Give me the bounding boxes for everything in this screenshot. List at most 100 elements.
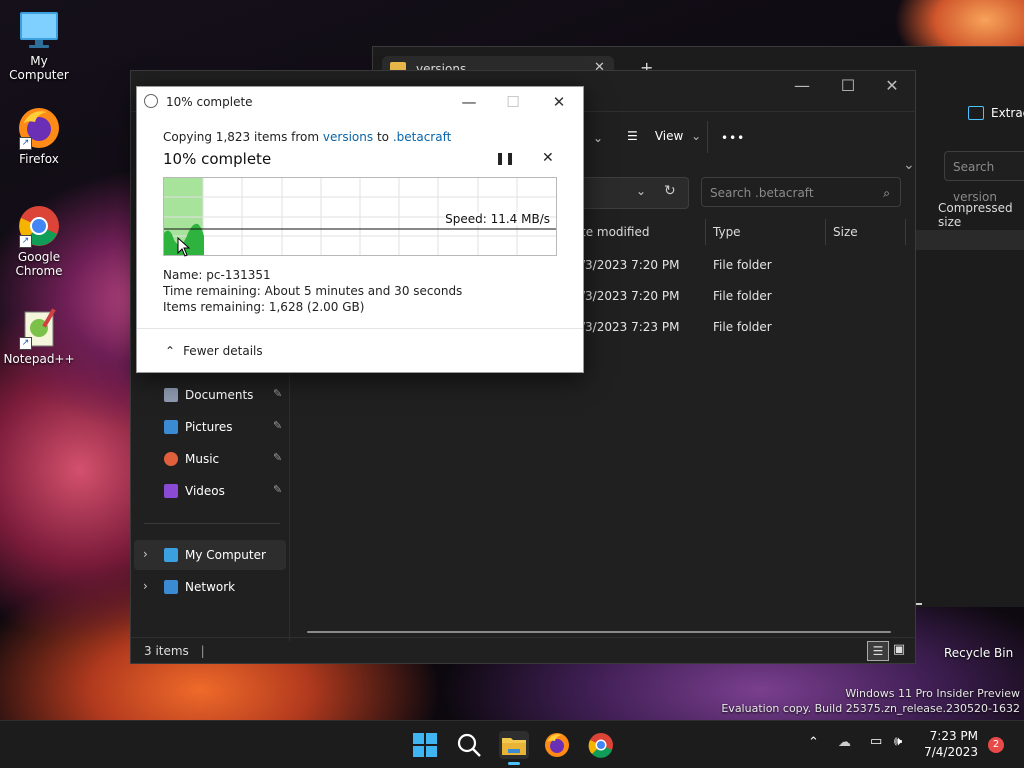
tiles-view-icon[interactable]: ▣ xyxy=(890,641,908,659)
time-row: Time remaining: About 5 minutes and 30 s… xyxy=(163,283,462,299)
column-separator[interactable] xyxy=(905,219,906,245)
chevron-right-icon[interactable]: › xyxy=(143,579,148,593)
chevron-down-icon[interactable]: ⌄ xyxy=(636,184,646,198)
column-header-size[interactable]: Size xyxy=(833,225,858,239)
address-bar[interactable]: ⌄ ↻ xyxy=(579,177,689,209)
horizontal-scrollbar[interactable] xyxy=(307,631,891,633)
dialog-window-title: 10% complete xyxy=(166,95,253,109)
pin-icon: ✎ xyxy=(273,419,283,432)
file-row-date[interactable]: /3/2023 7:23 PM xyxy=(581,320,679,334)
extract-label: Extrac xyxy=(991,106,1024,120)
chevron-down-icon[interactable]: ⌄ xyxy=(593,131,603,145)
mouse-cursor-icon xyxy=(177,237,191,257)
pin-icon: ✎ xyxy=(273,483,283,496)
network-icon[interactable]: ▭ xyxy=(870,734,882,749)
status-separator: | xyxy=(200,644,205,658)
sidebar-item-pictures[interactable]: Pictures ✎ xyxy=(134,412,286,442)
network-icon xyxy=(164,580,178,594)
windows-start-icon[interactable] xyxy=(411,731,439,759)
file-row-date[interactable]: /3/2023 7:20 PM xyxy=(581,258,679,272)
destination-link[interactable]: .betacraft xyxy=(393,130,451,144)
onedrive-offline-icon[interactable]: ☁ xyxy=(838,735,851,750)
active-indicator xyxy=(508,762,520,765)
firefox-icon[interactable] xyxy=(543,731,571,759)
maximize-icon[interactable]: ☐ xyxy=(825,71,871,101)
to-text: to xyxy=(376,130,389,144)
file-row-type: File folder xyxy=(713,320,772,334)
search-icon[interactable] xyxy=(455,731,483,759)
shortcut-arrow-icon: ↗ xyxy=(19,235,32,248)
watermark-line: Windows 11 Pro Insider Preview xyxy=(845,687,1020,700)
status-divider xyxy=(131,637,915,638)
source-link[interactable]: versions xyxy=(323,130,373,144)
desktop-icon-my-computer[interactable]: My Computer xyxy=(0,8,78,82)
sidebar-item-label: Videos xyxy=(185,484,225,498)
desktop-icon-firefox[interactable]: ↗ Firefox xyxy=(0,106,78,166)
notification-badge[interactable]: 2 xyxy=(988,737,1004,753)
show-hidden-icons-icon[interactable]: ⌃ xyxy=(808,735,819,750)
recycle-bin-label[interactable]: Recycle Bin xyxy=(944,646,1013,660)
chrome-icon[interactable] xyxy=(587,731,615,759)
toolbar-divider xyxy=(707,121,708,153)
pictures-icon xyxy=(164,420,178,434)
extract-button[interactable]: Extrac xyxy=(958,100,1024,128)
dropdown-icon[interactable]: ⌄ xyxy=(903,157,915,173)
chevron-right-icon[interactable]: › xyxy=(143,547,148,561)
sidebar-item-videos[interactable]: Videos ✎ xyxy=(134,476,286,506)
clock-date: 7/4/2023 xyxy=(924,745,978,759)
speed-graph: Speed: 11.4 MB/s xyxy=(163,177,557,256)
close-icon[interactable]: ✕ xyxy=(537,87,581,117)
fewer-details-label: Fewer details xyxy=(183,344,263,358)
desktop-icon-label: Firefox xyxy=(19,152,59,166)
details-block: Name: pc-131351 Time remaining: About 5 … xyxy=(163,267,462,315)
monitor-icon xyxy=(17,8,61,52)
pin-icon: ✎ xyxy=(273,451,283,464)
extract-icon xyxy=(968,106,984,120)
more-options-button[interactable]: ••• xyxy=(721,131,745,145)
view-label: View xyxy=(654,129,684,143)
close-icon[interactable]: ✕ xyxy=(869,71,915,101)
sidebar-item-label: Music xyxy=(185,452,220,466)
speed-label: Speed: 11.4 MB/s xyxy=(445,212,550,226)
pause-button[interactable]: ❚❚ xyxy=(495,151,515,165)
cancel-button[interactable]: ✕ xyxy=(542,150,554,166)
volume-icon[interactable]: 🕪 xyxy=(894,734,902,749)
search-input[interactable]: Search .betacraft ⌕ xyxy=(701,177,901,207)
column-separator[interactable] xyxy=(825,219,826,245)
column-header-compressed-size[interactable]: Compressed size xyxy=(938,201,1024,229)
nav-pane-divider xyxy=(289,369,290,641)
desktop-icon-chrome[interactable]: ↗ Google Chrome xyxy=(0,204,78,278)
fewer-details-button[interactable]: ⌃ Fewer details xyxy=(165,344,263,358)
column-header-type[interactable]: Type xyxy=(713,225,741,239)
taskbar: ⌃ ☁ ▭ 🕪 7:23 PM 7/4/2023 2 xyxy=(0,720,1024,768)
sidebar-item-my-computer[interactable]: › My Computer xyxy=(134,540,286,570)
column-header-date-modified[interactable]: te modified xyxy=(581,225,649,239)
file-explorer-icon[interactable] xyxy=(499,731,529,765)
items-row: Items remaining: 1,628 (2.00 GB) xyxy=(163,299,462,315)
desktop-icon-notepadpp[interactable]: ↗ Notepad++ xyxy=(0,306,78,366)
sidebar-item-music[interactable]: Music ✎ xyxy=(134,444,286,474)
desktop-icon-label: My Computer xyxy=(9,54,69,82)
view-button[interactable]: ☰ View ⌄ xyxy=(627,129,701,143)
minimize-icon[interactable]: — xyxy=(779,71,825,101)
notepad-plus-plus-icon: ↗ xyxy=(17,306,61,350)
search-input-versions[interactable]: Search version xyxy=(944,151,1024,204)
copy-description: Copying 1,823 items from versions to .be… xyxy=(163,130,451,144)
clock[interactable]: 7:23 PM 7/4/2023 xyxy=(920,728,978,760)
shortcut-arrow-icon: ↗ xyxy=(19,137,32,150)
column-separator[interactable] xyxy=(705,219,706,245)
view-icon: ☰ xyxy=(627,129,638,143)
refresh-icon[interactable]: ↻ xyxy=(664,183,676,199)
status-text: 3 items xyxy=(144,644,189,658)
file-row-type: File folder xyxy=(713,289,772,303)
chevron-up-icon: ⌃ xyxy=(165,344,176,358)
copy-progress-dialog: 10% complete — ☐ ✕ Copying 1,823 items f… xyxy=(136,86,584,373)
sidebar-item-network[interactable]: › Network xyxy=(134,572,286,602)
shortcut-arrow-icon: ↗ xyxy=(19,337,32,350)
file-row-date[interactable]: /3/2023 7:20 PM xyxy=(581,289,679,303)
sidebar-item-documents[interactable]: Documents ✎ xyxy=(134,380,286,410)
watermark-line: Evaluation copy. Build 25375.zn_release.… xyxy=(721,702,1020,715)
details-view-icon[interactable]: ☰ xyxy=(867,641,889,661)
pin-icon: ✎ xyxy=(273,387,283,400)
minimize-icon[interactable]: — xyxy=(447,87,491,117)
